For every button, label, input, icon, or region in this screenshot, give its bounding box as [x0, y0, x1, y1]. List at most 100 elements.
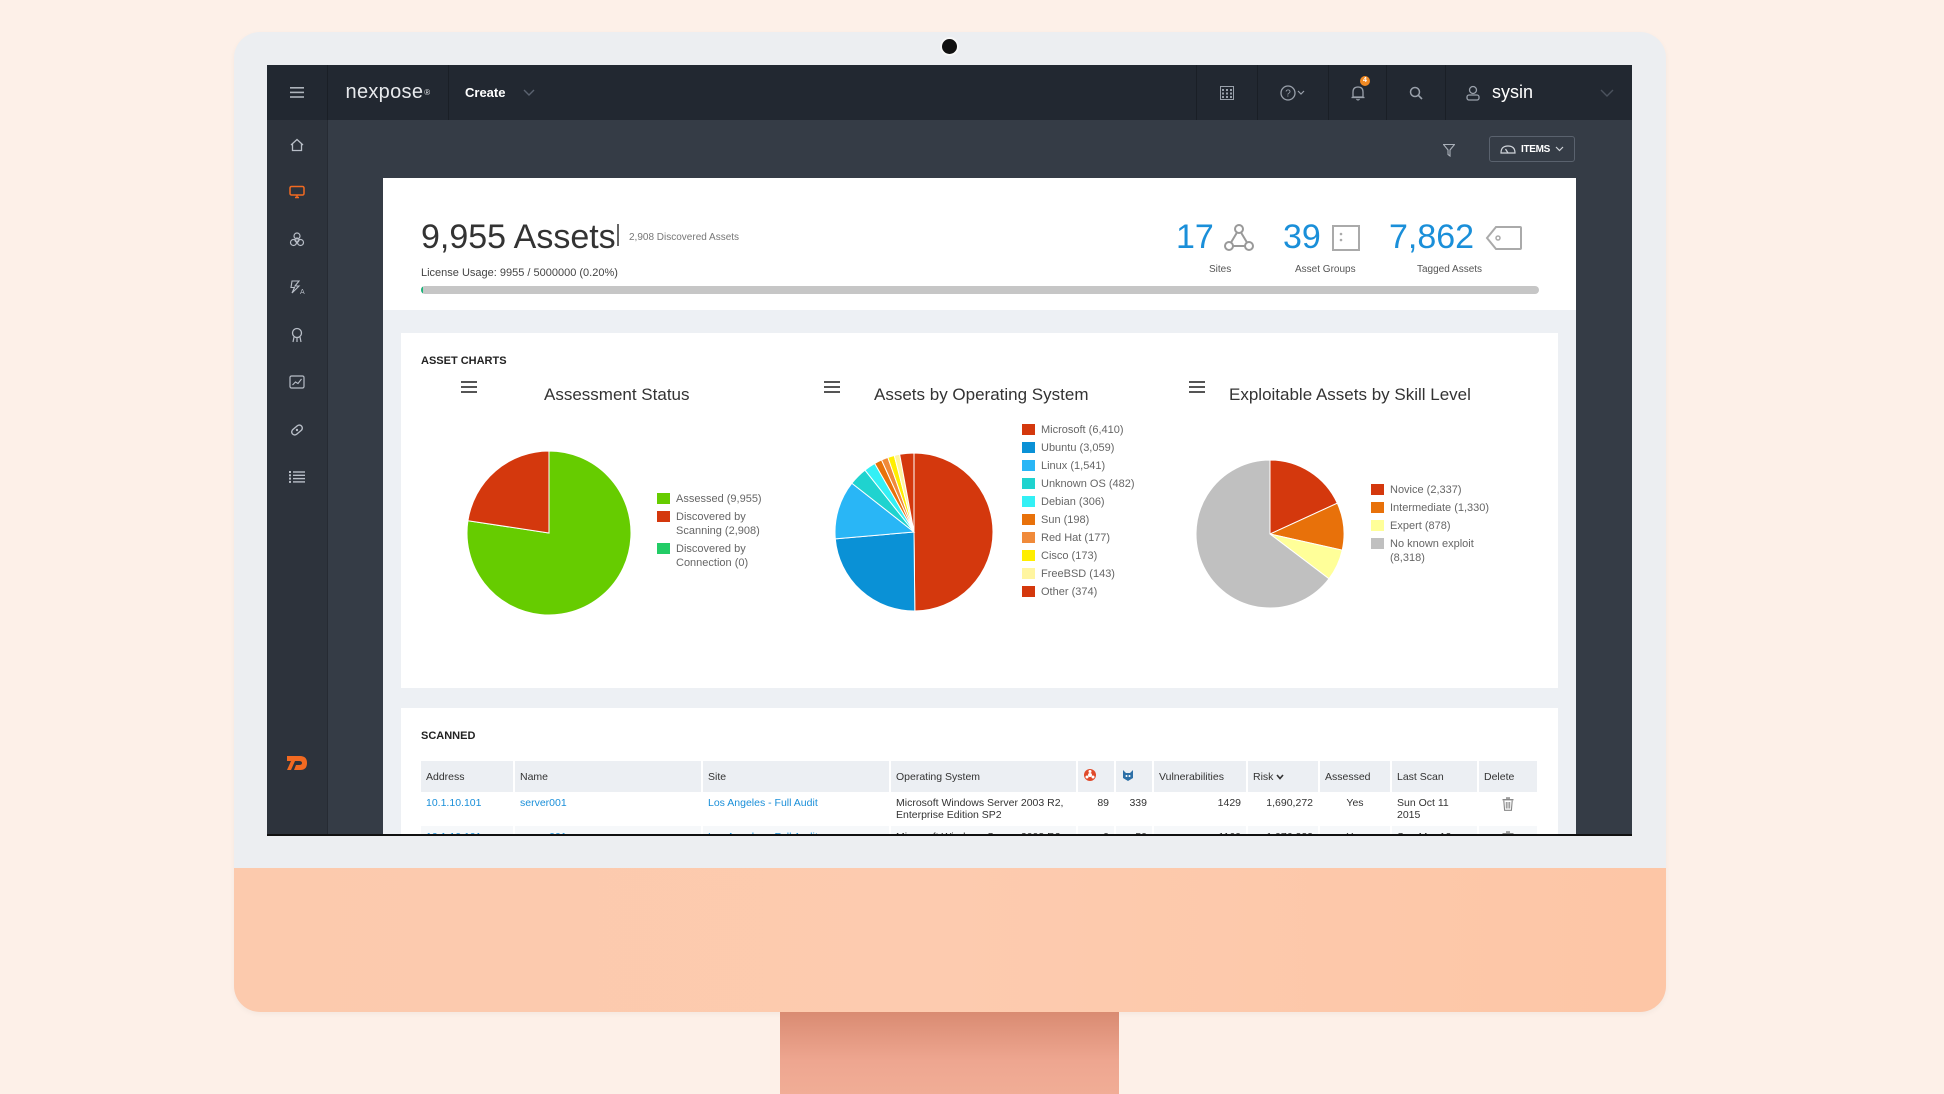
exploit-count: 50 [1116, 826, 1152, 834]
sidebar-item-assets[interactable] [267, 177, 327, 207]
legend-item[interactable]: Assessed (9,955) [657, 492, 787, 506]
stat-value: 17 [1176, 218, 1214, 256]
legend-swatch [657, 511, 670, 522]
column-header-risk[interactable]: Risk [1248, 761, 1318, 792]
pie-slice[interactable] [913, 452, 994, 612]
legend-item[interactable]: Ubuntu (3,059) [1022, 441, 1172, 455]
hamburger-icon [290, 87, 304, 98]
create-dropdown[interactable]: Create [449, 65, 575, 120]
legend-label: Discovered by Scanning (2,908) [676, 511, 760, 537]
stat-tagged-assets[interactable]: 7,862 Tagged Assets [1389, 218, 1523, 275]
pie-slice[interactable] [834, 531, 916, 612]
site-link[interactable]: Los Angeles - Full Audit [703, 826, 889, 834]
pie-slice[interactable] [467, 450, 550, 534]
chart-menu-icon[interactable] [824, 381, 840, 393]
stat-sites[interactable]: 17 Sites [1176, 218, 1255, 275]
help-dropdown[interactable]: ? [1258, 65, 1329, 120]
svg-text:A: A [300, 289, 305, 295]
sidebar-item-vulnerabilities[interactable] [267, 225, 327, 255]
notifications-button[interactable]: 4 [1329, 65, 1387, 120]
legend-item[interactable]: Microsoft (6,410) [1022, 423, 1172, 437]
column-header-operating-system[interactable]: Operating System [891, 761, 1076, 792]
chevron-down-icon [1555, 146, 1564, 152]
scanned-assets-panel: SCANNED Address Name Site Operating Syst… [401, 708, 1558, 834]
chart-title: Exploitable Assets by Skill Level [1229, 385, 1471, 404]
legend-label: Intermediate (1,330) [1390, 502, 1490, 514]
legend-item[interactable]: Expert (878) [1371, 519, 1511, 533]
column-header-name[interactable]: Name [515, 761, 701, 792]
legend-item[interactable]: Cisco (173) [1022, 549, 1172, 563]
delete-button[interactable] [1479, 826, 1537, 834]
legend-item[interactable]: Unknown OS (482) [1022, 477, 1172, 491]
nexpose-logo[interactable]: nexpose ® [328, 65, 449, 120]
column-header-assessed[interactable]: Assessed [1320, 761, 1390, 792]
legend-item[interactable]: Discovered by Connection (0) [657, 542, 787, 570]
legend-item[interactable]: Sun (198) [1022, 513, 1172, 527]
asset-address-link[interactable]: 10.1.10.101 [421, 792, 513, 826]
chart-legend: Novice (2,337) Intermediate (1,330) Expert… [1371, 483, 1511, 569]
legend-item[interactable]: FreeBSD (143) [1022, 567, 1172, 581]
asset-name-link[interactable]: server001 [515, 792, 701, 826]
items-dropdown[interactable]: ITEMS [1489, 136, 1575, 162]
biohazard-icon [289, 232, 305, 247]
sidebar-item-policies[interactable]: A [267, 272, 327, 302]
legend-label: Cisco (173) [1041, 550, 1098, 562]
malware-count: 89 [1097, 797, 1109, 809]
legend-item[interactable]: Debian (306) [1022, 495, 1172, 509]
stat-asset-groups[interactable]: 39 Asset Groups [1283, 218, 1361, 275]
search-button[interactable] [1387, 65, 1446, 120]
help-icon: ? [1280, 84, 1305, 101]
delete-button[interactable] [1479, 792, 1537, 826]
bell-icon [1351, 85, 1364, 101]
filter-icon [1442, 143, 1456, 158]
legend-item[interactable]: Red Hat (177) [1022, 531, 1172, 545]
main-menu-button[interactable] [267, 65, 328, 120]
asset-name-link[interactable]: server001 [515, 826, 701, 834]
trash-icon [1502, 797, 1514, 811]
site-link[interactable]: Los Angeles - Full Audit [703, 792, 889, 826]
chart-title: Assets by Operating System [874, 385, 1089, 404]
sidebar-item-dashboard[interactable] [267, 367, 327, 397]
rapid7-logo[interactable] [267, 748, 327, 778]
user-menu[interactable]: sysin [1446, 65, 1632, 120]
chart-menu-icon[interactable] [461, 381, 477, 393]
legend-swatch [1371, 538, 1384, 549]
sidebar-item-administration[interactable] [267, 462, 327, 492]
filter-button[interactable] [1442, 143, 1456, 162]
column-header-exploits[interactable] [1116, 761, 1152, 792]
legend-label: Microsoft (6,410) [1041, 424, 1124, 436]
svg-text:?: ? [1285, 88, 1291, 99]
column-header-site[interactable]: Site [703, 761, 889, 792]
chart-legend: Assessed (9,955) Discovered by Scanning (… [657, 492, 787, 574]
legend-item[interactable]: Intermediate (1,330) [1371, 501, 1511, 515]
legend-item[interactable]: Discovered by Scanning (2,908) [657, 510, 787, 538]
legend-swatch [1022, 478, 1035, 489]
column-header-address[interactable]: Address [421, 761, 513, 792]
assessed-status: Yes [1320, 826, 1390, 834]
section-title: SCANNED [421, 730, 476, 742]
column-header-vulnerabilities[interactable]: Vulnerabilities [1154, 761, 1246, 792]
operating-system: Microsoft Windows Server 2003 R2 [891, 826, 1076, 834]
legend-item[interactable]: Other (374) [1022, 585, 1172, 599]
column-header-malware[interactable] [1078, 761, 1114, 792]
pie-chart [1195, 459, 1345, 609]
legend-item[interactable]: Novice (2,337) [1371, 483, 1511, 497]
column-header-last-scan[interactable]: Last Scan [1392, 761, 1477, 792]
asset-address-link[interactable]: 10.1.10.101 [421, 826, 513, 834]
sidebar-item-home[interactable] [267, 130, 327, 160]
monitor-chin [234, 868, 1666, 1012]
list-icon [289, 471, 305, 483]
chart-menu-icon[interactable] [1189, 381, 1205, 393]
trash-icon [1502, 831, 1514, 834]
chart-exploitable-by-skill: Exploitable Assets by Skill Level Novice… [1171, 373, 1531, 673]
sidebar-item-reports[interactable] [267, 320, 327, 350]
calendar-button[interactable] [1197, 65, 1258, 120]
sidebar-item-tags[interactable] [267, 415, 327, 445]
table-header-row: Address Name Site Operating System Vulne… [421, 761, 1537, 792]
legend-item[interactable]: No known exploit (8,318) [1371, 537, 1511, 565]
legend-swatch [1022, 460, 1035, 471]
legend-item[interactable]: Linux (1,541) [1022, 459, 1172, 473]
sort-descending-icon [1276, 773, 1284, 780]
legend-label: Debian (306) [1041, 496, 1105, 508]
monitor-icon [289, 185, 305, 199]
